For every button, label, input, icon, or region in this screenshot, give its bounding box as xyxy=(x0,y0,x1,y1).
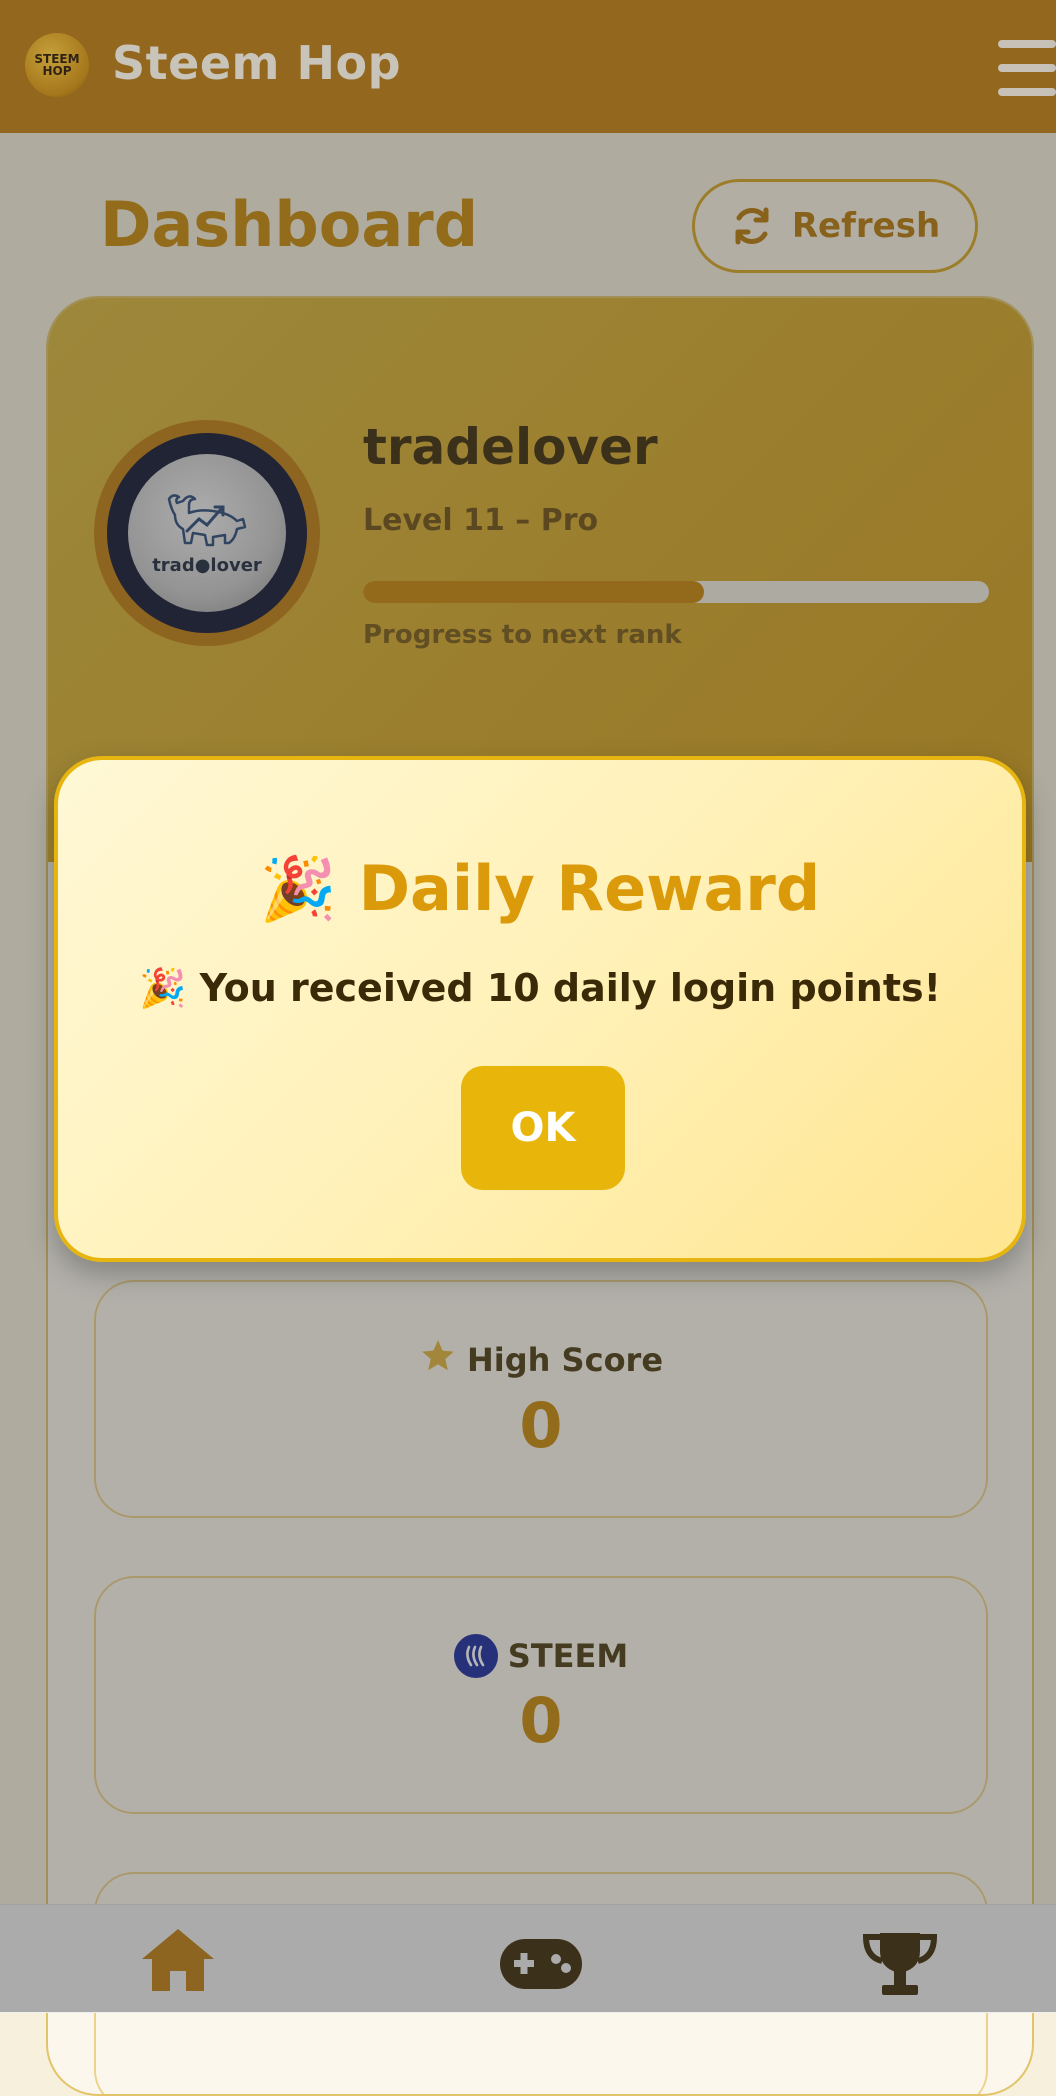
modal-message-text: You received 10 daily login points! xyxy=(199,966,941,1010)
daily-reward-modal: 🎉 Daily Reward 🎉 You received 10 daily l… xyxy=(54,756,1026,1262)
modal-title-text: Daily Reward xyxy=(358,852,821,925)
ok-button[interactable]: OK xyxy=(461,1066,625,1190)
modal-title: 🎉 Daily Reward xyxy=(58,852,1022,926)
header-dim-overlay xyxy=(0,0,1056,133)
party-popper-icon: 🎉 xyxy=(139,966,187,1010)
modal-message: 🎉 You received 10 daily login points! xyxy=(58,966,1022,1011)
party-popper-icon: 🎉 xyxy=(259,852,337,925)
